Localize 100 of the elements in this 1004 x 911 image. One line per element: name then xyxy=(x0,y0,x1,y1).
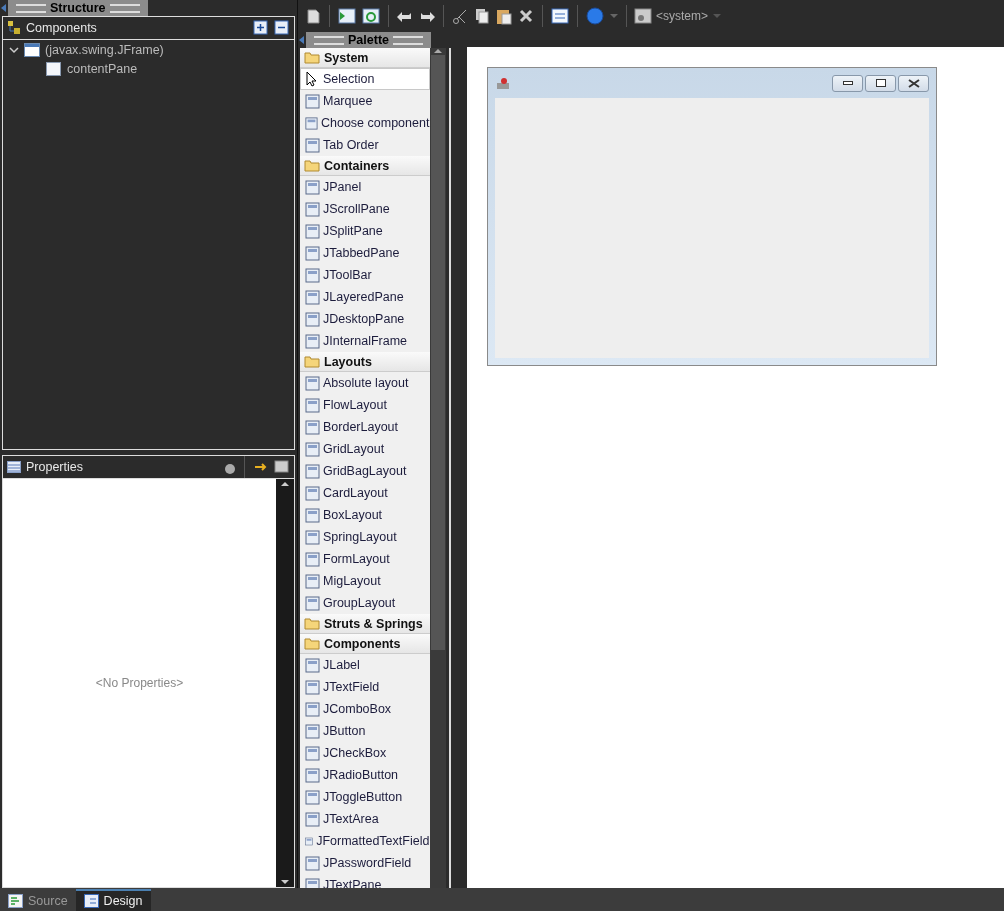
palette-item[interactable]: JRadioButton xyxy=(300,764,431,786)
palette-item[interactable]: JTextField xyxy=(300,676,431,698)
look-and-feel-dropdown[interactable]: <system> xyxy=(634,5,723,27)
folder-icon xyxy=(304,355,320,368)
palette-item[interactable]: JCheckBox xyxy=(300,742,431,764)
close-button[interactable] xyxy=(898,74,929,92)
collapse-arrow-icon[interactable] xyxy=(0,3,8,13)
palette-item[interactable]: CardLayout xyxy=(300,482,431,504)
palette-item[interactable]: JTabbedPane xyxy=(300,242,431,264)
tree-node[interactable]: (javax.swing.JFrame) xyxy=(45,42,164,57)
component-icon xyxy=(305,311,320,327)
component-icon xyxy=(305,551,320,567)
palette-item[interactable]: JPasswordField xyxy=(300,852,431,874)
palette-item[interactable]: JFormattedTextField xyxy=(300,830,431,852)
component-icon xyxy=(305,657,320,673)
components-icon xyxy=(7,20,21,36)
scroll-up-icon[interactable] xyxy=(434,48,443,53)
palette-item[interactable]: JDesktopPane xyxy=(300,308,431,330)
maximize-icon xyxy=(875,79,886,87)
source-icon xyxy=(8,894,23,908)
structure-tab[interactable]: Structure xyxy=(8,0,148,16)
palette-item[interactable]: Selection xyxy=(300,68,431,90)
component-icon xyxy=(305,115,318,131)
component-icon xyxy=(305,811,320,827)
palette-item[interactable]: JLabel xyxy=(300,654,431,676)
component-icon xyxy=(305,485,320,501)
palette-item[interactable]: GridBagLayout xyxy=(300,460,431,482)
folder-icon xyxy=(304,617,320,630)
component-icon xyxy=(305,745,320,761)
component-icon xyxy=(305,789,320,805)
component-icon xyxy=(305,137,320,153)
folder-icon xyxy=(304,159,320,172)
copy-icon[interactable] xyxy=(473,7,491,25)
palette-item[interactable]: Marquee xyxy=(300,90,431,112)
palette-item[interactable]: JInternalFrame xyxy=(300,330,431,352)
palette-item[interactable]: FlowLayout xyxy=(300,394,431,416)
collapse-arrow-icon[interactable] xyxy=(298,35,306,45)
component-icon xyxy=(305,223,320,239)
scrollbar[interactable] xyxy=(430,48,447,888)
editor-tab[interactable]: Source xyxy=(0,889,76,911)
component-icon xyxy=(305,595,320,611)
component-icon xyxy=(305,201,320,217)
dropdown-arrow-icon[interactable] xyxy=(609,13,619,19)
component-icon xyxy=(305,507,320,523)
component-icon xyxy=(305,179,320,195)
palette-item[interactable]: GridLayout xyxy=(300,438,431,460)
expand-all-icon[interactable] xyxy=(253,20,269,36)
component-icon xyxy=(305,289,320,305)
collapse-all-icon[interactable] xyxy=(274,20,290,36)
design-icon xyxy=(83,894,99,908)
component-icon xyxy=(305,245,320,261)
palette-item[interactable]: JTextArea xyxy=(300,808,431,830)
palette-item[interactable]: JToggleButton xyxy=(300,786,431,808)
paste-icon[interactable] xyxy=(495,7,513,25)
palette-item[interactable]: BorderLayout xyxy=(300,416,431,438)
close-icon xyxy=(907,78,920,88)
palette-item[interactable]: MigLayout xyxy=(300,570,431,592)
minimize-button[interactable] xyxy=(832,74,863,92)
scroll-up-icon[interactable] xyxy=(281,481,289,486)
component-icon xyxy=(305,529,320,545)
minimize-icon xyxy=(842,80,853,86)
palette-item[interactable]: Choose component xyxy=(300,112,431,134)
palette-item[interactable]: Absolute layout xyxy=(300,372,431,394)
palette-category[interactable]: Containers xyxy=(300,156,431,176)
component-icon xyxy=(305,267,320,283)
component-icon xyxy=(305,573,320,589)
palette-category[interactable]: Layouts xyxy=(300,352,431,372)
palette-item[interactable]: JToolBar xyxy=(300,264,431,286)
dropdown-arrow-icon xyxy=(712,13,723,19)
palette-item[interactable]: FormLayout xyxy=(300,548,431,570)
component-icon xyxy=(305,93,320,109)
palette-category[interactable]: Struts & Springs xyxy=(300,614,431,634)
palette-category[interactable]: Components xyxy=(300,634,431,654)
palette-item[interactable]: JComboBox xyxy=(300,698,431,720)
palette-item[interactable]: JSplitPane xyxy=(300,220,431,242)
tree-node[interactable]: contentPane xyxy=(67,61,138,76)
palette-category[interactable]: System xyxy=(300,48,431,68)
component-icon xyxy=(305,723,320,739)
folder-icon xyxy=(304,51,320,64)
palette-item[interactable]: GroupLayout xyxy=(300,592,431,614)
component-icon xyxy=(305,397,320,413)
scrollbar[interactable] xyxy=(276,479,294,887)
palette-item[interactable]: JPanel xyxy=(300,176,431,198)
panel-title: Components xyxy=(26,21,98,35)
palette-item[interactable]: SpringLayout xyxy=(300,526,431,548)
editor-tab[interactable]: Design xyxy=(75,889,151,911)
cut-icon[interactable] xyxy=(451,7,469,25)
palette-item[interactable]: JScrollPane xyxy=(300,198,431,220)
folder-icon xyxy=(304,637,320,650)
palette-item[interactable]: Tab Order xyxy=(300,134,431,156)
table-icon xyxy=(7,461,21,473)
delete-icon[interactable] xyxy=(517,7,535,25)
component-icon xyxy=(305,679,320,695)
palette-tab[interactable]: Palette xyxy=(306,32,431,48)
scroll-down-icon[interactable] xyxy=(281,880,289,885)
palette-item[interactable]: JButton xyxy=(300,720,431,742)
form-icon[interactable] xyxy=(337,7,357,25)
maximize-button[interactable] xyxy=(865,74,896,92)
palette-item[interactable]: JLayeredPane xyxy=(300,286,431,308)
palette-item[interactable]: BoxLayout xyxy=(300,504,431,526)
